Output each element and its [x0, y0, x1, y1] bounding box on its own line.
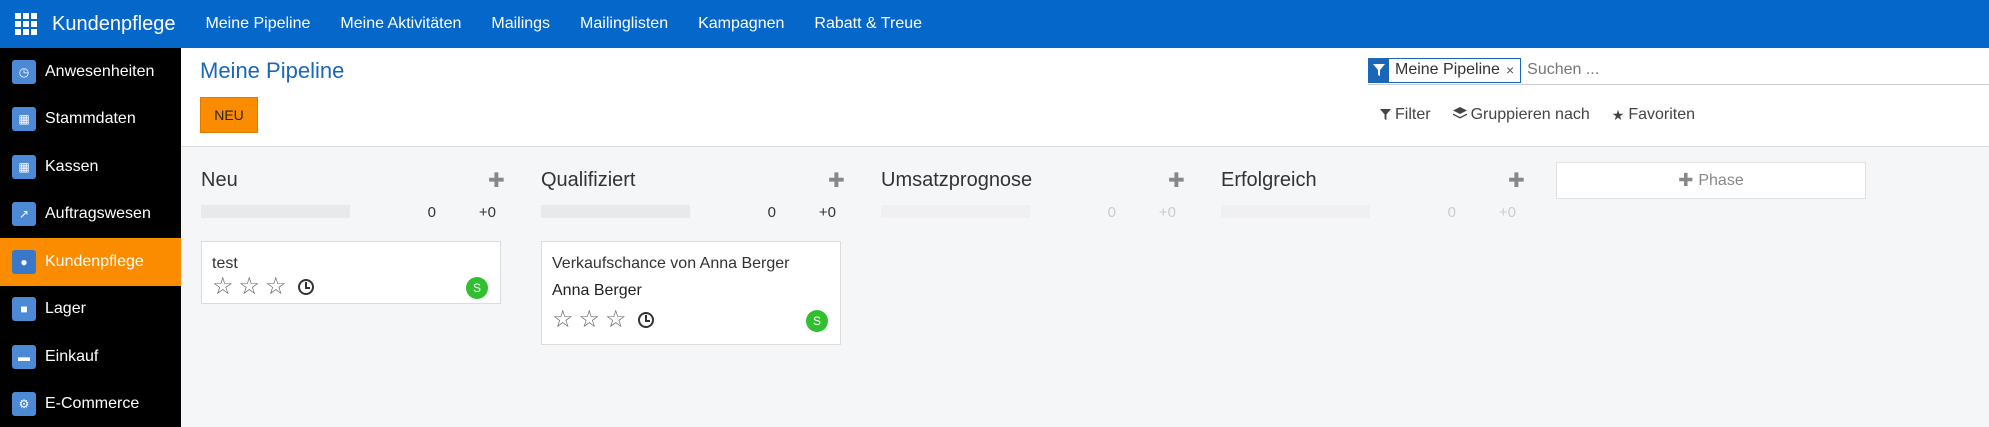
- users-icon: ●: [12, 249, 36, 274]
- nav-mailinglisten[interactable]: Mailinglisten: [580, 15, 668, 33]
- card-icon: ▬: [12, 344, 36, 369]
- sidebar: ◷ Anwesenheiten ▦ Stammdaten ▦ Kassen ↗ …: [0, 48, 181, 427]
- nav-meine-pipeline[interactable]: Meine Pipeline: [205, 15, 310, 33]
- group-by-button[interactable]: Gruppieren nach: [1452, 106, 1590, 124]
- layers-icon: [1452, 107, 1467, 123]
- filter-button[interactable]: Filter: [1380, 106, 1431, 124]
- filter-label: Filter: [1395, 106, 1431, 123]
- sidebar-item-e-commerce[interactable]: ⚙ E-Commerce: [0, 381, 181, 427]
- favorites-button[interactable]: ★ Favoriten: [1612, 106, 1695, 124]
- star-icon: ★: [1611, 106, 1625, 123]
- add-card-icon[interactable]: ✚: [1508, 168, 1525, 193]
- star-icon[interactable]: ☆: [605, 308, 627, 332]
- chart-icon: ↗: [12, 202, 36, 227]
- column-title[interactable]: Qualifiziert: [541, 169, 635, 192]
- column-sum: +0: [1158, 204, 1176, 221]
- sidebar-item-label: Kundenpflege: [45, 252, 144, 270]
- column-count: 0: [767, 204, 776, 221]
- star-icon[interactable]: ☆: [265, 275, 287, 299]
- clock-icon[interactable]: [638, 312, 654, 328]
- column-progress-bar: [201, 205, 350, 218]
- control-panel: Meine Pipeline NEU Meine Pipeline × Filt…: [181, 48, 1989, 147]
- top-nav-menu: Meine Pipeline Meine Aktivitäten Mailing…: [205, 15, 952, 33]
- close-icon[interactable]: ×: [1506, 59, 1520, 82]
- sidebar-item-kassen[interactable]: ▦ Kassen: [0, 143, 181, 191]
- card-title: Verkaufschance von Anna Berger: [552, 255, 790, 272]
- avatar: S: [806, 310, 828, 332]
- nav-meine-aktivitaeten[interactable]: Meine Aktivitäten: [340, 15, 461, 33]
- top-navbar: Kundenpflege Meine Pipeline Meine Aktivi…: [0, 0, 1989, 48]
- add-card-icon[interactable]: ✚: [488, 168, 505, 193]
- column-count: 0: [1447, 204, 1456, 221]
- plus-icon: ✚: [1678, 170, 1694, 190]
- column-sum: +0: [818, 204, 836, 221]
- calendar-icon: ◷: [12, 59, 36, 84]
- kanban-board: Neu ✚ 0 +0 test ☆ ☆ ☆ S Qualifiziert ✚ 0…: [181, 147, 1989, 427]
- star-icon[interactable]: ☆: [212, 275, 234, 299]
- sidebar-item-label: Einkauf: [45, 347, 99, 365]
- priority-stars: ☆ ☆ ☆: [212, 275, 292, 299]
- column-title[interactable]: Erfolgreich: [1221, 169, 1317, 192]
- grid-icon: ▦: [12, 154, 36, 179]
- column-progress-bar: [1221, 205, 1370, 218]
- sidebar-item-label: E-Commerce: [45, 395, 140, 413]
- search-bar: Meine Pipeline ×: [1368, 56, 1989, 85]
- column-title[interactable]: Umsatzprognose: [881, 169, 1032, 192]
- filter-icon: [1369, 58, 1389, 82]
- data-icon: ▦: [12, 107, 36, 132]
- column-sum: +0: [1498, 204, 1516, 221]
- sidebar-item-lager[interactable]: ■ Lager: [0, 286, 181, 334]
- apps-menu-icon[interactable]: [15, 13, 37, 35]
- sidebar-item-label: Auftragswesen: [45, 205, 151, 223]
- avatar: S: [466, 277, 488, 299]
- search-options: Filter Gruppieren nach ★ Favoriten: [1380, 106, 1717, 124]
- kanban-card[interactable]: Verkaufschance von Anna Berger Anna Berg…: [541, 241, 841, 345]
- sidebar-item-auftragswesen[interactable]: ↗ Auftragswesen: [0, 191, 181, 239]
- priority-stars: ☆ ☆ ☆: [552, 308, 632, 332]
- facet-value: Meine Pipeline: [1395, 61, 1500, 78]
- nav-kampagnen[interactable]: Kampagnen: [698, 15, 784, 33]
- column-progress-bar: [541, 205, 690, 218]
- card-title: test: [212, 255, 238, 272]
- star-icon[interactable]: ☆: [579, 308, 601, 332]
- favorites-label: Favoriten: [1628, 106, 1696, 123]
- search-facet: Meine Pipeline ×: [1368, 57, 1522, 83]
- cart-icon: ⚙: [12, 392, 36, 417]
- sidebar-item-label: Lager: [45, 300, 86, 318]
- sidebar-item-stammdaten[interactable]: ▦ Stammdaten: [0, 96, 181, 144]
- sidebar-item-label: Stammdaten: [45, 110, 136, 128]
- new-button[interactable]: NEU: [200, 97, 258, 133]
- column-progress-bar: [881, 205, 1030, 218]
- star-icon[interactable]: ☆: [552, 308, 574, 332]
- sidebar-item-anwesenheiten[interactable]: ◷ Anwesenheiten: [0, 48, 181, 96]
- column-title[interactable]: Neu: [201, 169, 238, 192]
- sidebar-item-label: Anwesenheiten: [45, 62, 155, 80]
- add-phase-label: Phase: [1698, 171, 1744, 189]
- column-count: 0: [1107, 204, 1116, 221]
- page-title[interactable]: Meine Pipeline: [200, 58, 344, 84]
- nav-rabatt-treue[interactable]: Rabatt & Treue: [814, 15, 922, 33]
- box-icon: ■: [12, 297, 36, 322]
- nav-mailings[interactable]: Mailings: [491, 15, 550, 33]
- search-input[interactable]: [1527, 61, 1888, 79]
- filter-icon: [1380, 107, 1391, 123]
- add-card-icon[interactable]: ✚: [828, 168, 845, 193]
- column-count: 0: [427, 204, 436, 221]
- sidebar-item-label: Kassen: [45, 157, 99, 175]
- star-icon[interactable]: ☆: [239, 275, 261, 299]
- add-phase-button[interactable]: ✚ Phase: [1556, 162, 1866, 199]
- add-card-icon[interactable]: ✚: [1168, 168, 1185, 193]
- app-brand[interactable]: Kundenpflege: [52, 13, 175, 36]
- card-contact: Anna Berger: [552, 282, 642, 299]
- sidebar-item-einkauf[interactable]: ▬ Einkauf: [0, 333, 181, 381]
- column-sum: +0: [478, 204, 496, 221]
- kanban-card[interactable]: test ☆ ☆ ☆ S: [201, 241, 501, 304]
- group-by-label: Gruppieren nach: [1470, 106, 1590, 123]
- sidebar-item-kundenpflege[interactable]: ● Kundenpflege: [0, 238, 181, 286]
- clock-icon[interactable]: [298, 279, 314, 295]
